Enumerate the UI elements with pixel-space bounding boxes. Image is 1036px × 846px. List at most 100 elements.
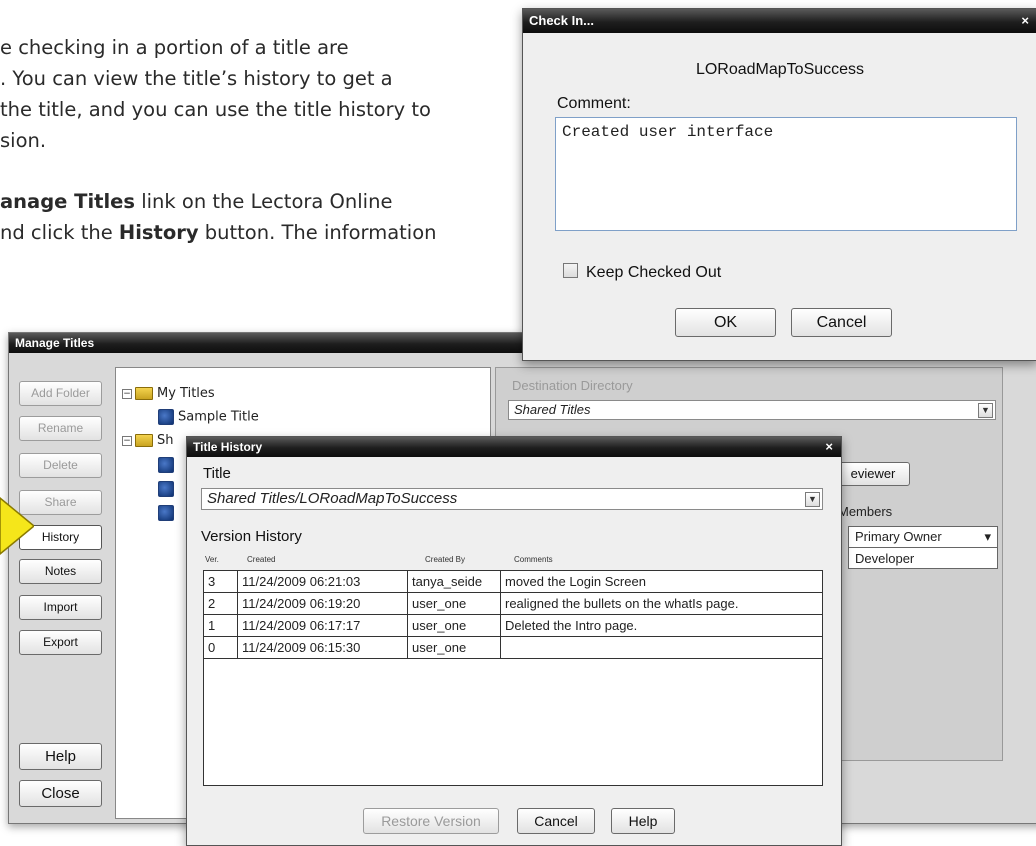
tree-label-my-titles: My Titles — [157, 386, 215, 401]
title-label: Title — [203, 465, 231, 482]
tree-item-sample-title[interactable]: Sample Title — [158, 409, 259, 425]
destination-directory-label: Destination Directory — [512, 378, 633, 393]
add-folder-button[interactable]: Add Folder — [19, 381, 102, 406]
help-button[interactable]: Help — [19, 743, 102, 770]
tree-label-sample-title: Sample Title — [178, 409, 259, 425]
doc-line-6-pre: nd click the — [0, 221, 119, 244]
doc-line-5-rest: link on the Lectora Online — [135, 190, 393, 213]
folder-icon — [135, 434, 153, 447]
cell-created-by: user_one — [407, 636, 501, 659]
members-table: Primary Owner ▾ Developer — [848, 526, 998, 569]
table-row[interactable]: 3 11/24/2009 06:21:03 tanya_seide moved … — [203, 570, 823, 593]
check-in-title: Check In... — [529, 13, 595, 28]
cell-comment — [500, 636, 823, 659]
cell-comment: realigned the bullets on the whatIs page… — [500, 592, 823, 615]
cell-created: 11/24/2009 06:19:20 — [237, 592, 408, 615]
cell-created: 11/24/2009 06:21:03 — [237, 570, 408, 593]
doc-line-1: e checking in a portion of a title are — [0, 36, 349, 59]
title-select-value: Shared Titles/LORoadMapToSuccess — [207, 490, 458, 507]
keep-checked-out-checkbox[interactable] — [563, 263, 578, 278]
cell-created-by: user_one — [407, 614, 501, 637]
cancel-button[interactable]: Cancel — [517, 808, 595, 834]
tree-item-shared-child[interactable] — [158, 481, 178, 497]
keep-checked-out-label: Keep Checked Out — [586, 264, 722, 281]
version-history-label: Version History — [201, 528, 302, 545]
rename-button[interactable]: Rename — [19, 416, 102, 441]
column-header-comments[interactable]: Comments — [514, 555, 553, 564]
member-role: Primary Owner — [855, 529, 942, 544]
close-button[interactable]: Close — [19, 780, 102, 807]
doc-line-6-post: button. The information — [198, 221, 437, 244]
cell-created: 11/24/2009 06:15:30 — [237, 636, 408, 659]
title-document-icon — [158, 457, 174, 473]
tree-item-shared-titles[interactable]: − Sh — [122, 433, 174, 448]
close-icon[interactable]: × — [825, 437, 833, 457]
doc-history-word: History — [118, 221, 199, 244]
table-row[interactable]: Primary Owner ▾ — [848, 526, 998, 548]
members-label: Members — [838, 504, 893, 519]
cell-ver: 3 — [203, 570, 238, 593]
doc-line-5: anage Titles link on the Lectora Online — [0, 190, 392, 213]
chevron-down-icon[interactable]: ▼ — [978, 403, 993, 418]
check-in-titlebar: Check In... × — [523, 9, 1036, 33]
destination-directory-select[interactable]: Shared Titles ▼ — [508, 400, 996, 420]
column-header-created[interactable]: Created — [247, 555, 275, 564]
ok-button[interactable]: OK — [675, 308, 776, 337]
import-button[interactable]: Import — [19, 595, 102, 620]
title-history-dialog: Title History × Title Shared Titles/LORo… — [186, 436, 842, 846]
tree-label-shared-titles: Sh — [157, 433, 174, 448]
column-header-ver[interactable]: Ver. — [205, 555, 219, 564]
version-history-table: 3 11/24/2009 06:21:03 tanya_seide moved … — [203, 570, 823, 659]
help-button[interactable]: Help — [611, 808, 675, 834]
doc-line-4: sion. — [0, 129, 47, 152]
title-document-icon — [158, 409, 174, 425]
cell-created-by: tanya_seide — [407, 570, 501, 593]
table-row[interactable]: Developer — [848, 547, 998, 569]
tree-item-shared-child[interactable] — [158, 505, 178, 521]
title-document-icon — [158, 481, 174, 497]
check-in-dialog: Check In... × LORoadMapToSuccess Comment… — [522, 8, 1036, 361]
close-icon[interactable]: × — [1021, 9, 1029, 33]
tree-item-shared-child[interactable] — [158, 457, 178, 473]
doc-line-6: nd click the History button. The informa… — [0, 221, 437, 244]
title-document-icon — [158, 505, 174, 521]
notes-button[interactable]: Notes — [19, 559, 102, 584]
cell-comment: Deleted the Intro page. — [500, 614, 823, 637]
tree-item-my-titles[interactable]: − My Titles — [122, 386, 215, 401]
cancel-button[interactable]: Cancel — [791, 308, 892, 337]
manage-titles-title: Manage Titles — [15, 336, 95, 350]
cell-comment: moved the Login Screen — [500, 570, 823, 593]
table-row[interactable]: 0 11/24/2009 06:15:30 user_one — [203, 636, 823, 659]
comment-value: Created user interface — [562, 123, 774, 141]
cell-ver: 0 — [203, 636, 238, 659]
title-history-titlebar: Title History × — [187, 437, 841, 457]
cell-created-by: user_one — [407, 592, 501, 615]
dropdown-arrow-icon[interactable]: ▾ — [984, 529, 991, 545]
callout-arrow-icon — [0, 497, 34, 555]
delete-button[interactable]: Delete — [19, 453, 102, 478]
comment-textarea[interactable]: Created user interface — [555, 117, 1017, 231]
doc-line-2: . You can view the title’s history to ge… — [0, 67, 393, 90]
title-history-title: Title History — [193, 440, 263, 454]
cell-created: 11/24/2009 06:17:17 — [237, 614, 408, 637]
doc-manage-titles-link: anage Titles — [0, 190, 135, 213]
export-button[interactable]: Export — [19, 630, 102, 655]
folder-icon — [135, 387, 153, 400]
restore-version-button[interactable]: Restore Version — [363, 808, 499, 834]
cell-ver: 1 — [203, 614, 238, 637]
cell-ver: 2 — [203, 592, 238, 615]
title-select[interactable]: Shared Titles/LORoadMapToSuccess ▼ — [201, 488, 823, 510]
reviewer-button[interactable]: eviewer — [836, 462, 910, 486]
member-role: Developer — [855, 550, 915, 566]
keep-checked-out-row[interactable]: Keep Checked Out — [563, 263, 721, 282]
doc-line-3: the title, and you can use the title his… — [0, 98, 431, 121]
check-in-title-name: LORoadMapToSuccess — [695, 61, 865, 78]
table-row[interactable]: 2 11/24/2009 06:19:20 user_one realigned… — [203, 592, 823, 615]
column-header-created-by[interactable]: Created By — [425, 555, 465, 564]
chevron-down-icon[interactable]: ▼ — [805, 492, 820, 507]
comment-label: Comment: — [557, 95, 631, 112]
table-row[interactable]: 1 11/24/2009 06:17:17 user_one Deleted t… — [203, 614, 823, 637]
tree-expander-icon[interactable]: − — [122, 435, 132, 446]
tree-expander-icon[interactable]: − — [122, 388, 132, 399]
destination-directory-value: Shared Titles — [514, 402, 591, 417]
